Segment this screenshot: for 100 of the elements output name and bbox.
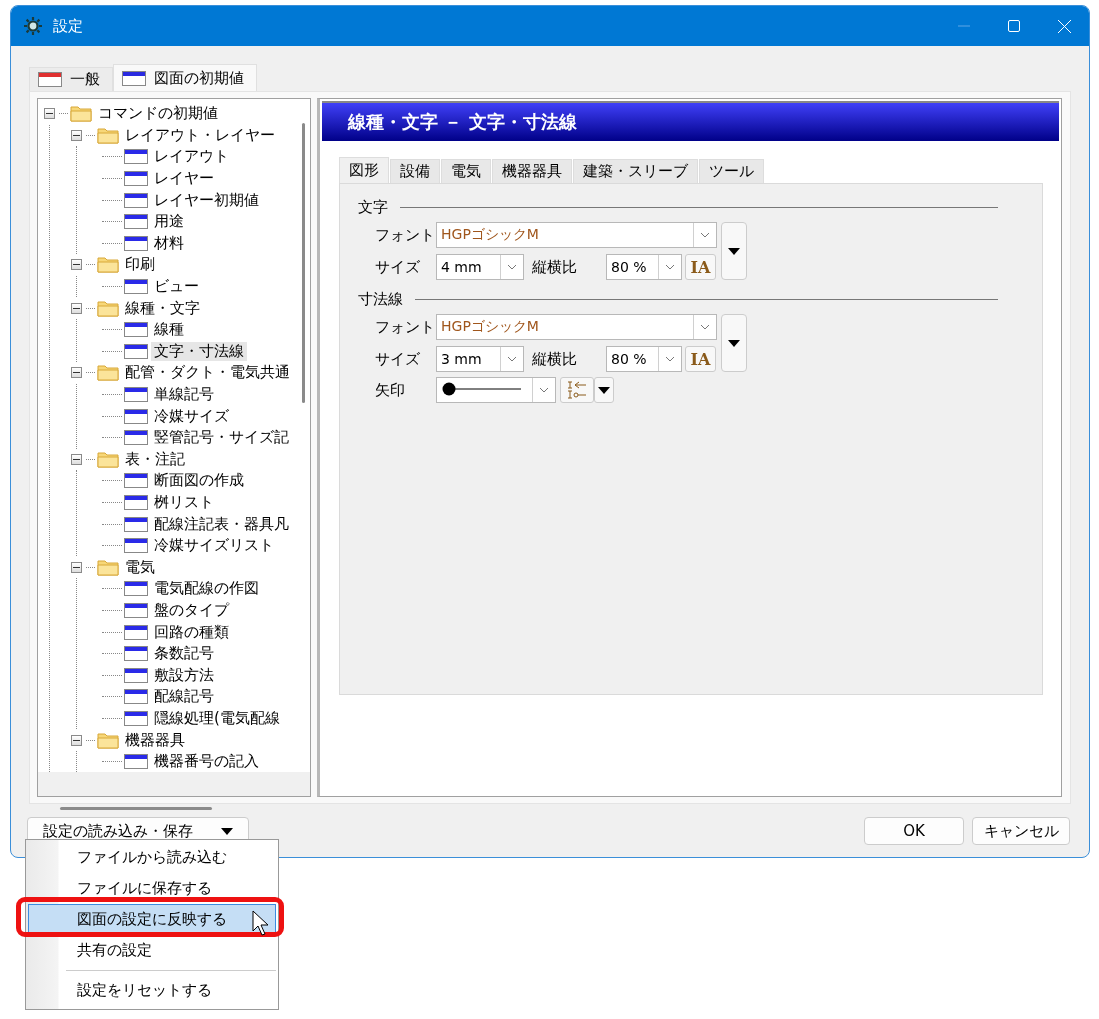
ok-button[interactable]: OK: [864, 817, 964, 846]
arrow-line-icon: [441, 381, 521, 396]
collapse-toggle[interactable]: [44, 108, 55, 120]
tree-item[interactable]: レイアウト: [151, 147, 232, 167]
page-icon: [124, 387, 148, 402]
tree-item[interactable]: 盤のタイプ: [151, 600, 232, 620]
tree-item[interactable]: 単線記号: [151, 385, 217, 404]
maximize-icon: [1008, 20, 1020, 32]
folder-icon: [97, 364, 119, 382]
tree-item[interactable]: 線種: [151, 320, 187, 340]
tree-item[interactable]: 条数記号: [151, 644, 217, 664]
tree-item[interactable]: 機器器具: [122, 730, 188, 750]
close-icon: [1057, 19, 1071, 33]
tab[interactable]: 機器器具: [492, 159, 572, 183]
window-title: 設定: [53, 16, 84, 36]
ratio-select[interactable]: 80 %: [606, 346, 682, 372]
collapse-toggle[interactable]: [71, 259, 82, 271]
caret-icon: [728, 339, 740, 347]
tab[interactable]: 一般: [29, 67, 113, 91]
field-label: フォント: [374, 225, 436, 245]
field-label: 縦横比: [531, 349, 578, 369]
tree-item[interactable]: 線種・文字: [122, 298, 203, 318]
page-icon: [124, 602, 148, 618]
page-icon: [124, 624, 148, 640]
menu-item[interactable]: 設定をリセットする: [28, 975, 276, 1006]
page-icon: [124, 171, 148, 187]
tab[interactable]: 建築・スリーブ: [573, 159, 698, 183]
dropdown-button[interactable]: [721, 314, 747, 372]
tree-item[interactable]: 桝リスト: [151, 493, 217, 512]
folder-icon: [97, 299, 119, 317]
caret-icon: [221, 827, 233, 835]
menu-item[interactable]: ファイルに保存する: [28, 873, 276, 904]
page-icon: [124, 495, 148, 510]
tree-item[interactable]: 断面図の作成: [151, 471, 247, 491]
tree-item[interactable]: 電気: [122, 557, 158, 577]
tree-item[interactable]: 印刷: [122, 255, 158, 275]
tree-item[interactable]: 敷設方法: [151, 665, 217, 685]
tree-item[interactable]: 配管・ダクト・電気共通: [122, 363, 293, 383]
collapse-toggle[interactable]: [71, 302, 82, 314]
collapse-toggle[interactable]: [71, 129, 82, 141]
chevron-down-icon: [507, 264, 517, 270]
page-icon: [124, 192, 148, 208]
cancel-button[interactable]: キャンセル: [972, 817, 1070, 846]
scrollbar-thumb[interactable]: [60, 807, 212, 811]
tab[interactable]: 図形: [339, 157, 389, 183]
page-icon: [124, 646, 148, 662]
chevron-down-icon: [539, 387, 549, 393]
tree-item[interactable]: コマンドの初期値: [95, 104, 221, 124]
arrow-style-icon: [566, 381, 588, 399]
collapse-toggle[interactable]: [71, 367, 82, 379]
collapse-toggle[interactable]: [71, 453, 82, 465]
tree-item[interactable]: 冷媒サイズリスト: [151, 536, 277, 556]
tree-item[interactable]: 配線注記表・器具凡: [151, 514, 292, 534]
dropdown-button[interactable]: [594, 377, 614, 403]
chevron-down-icon: [665, 356, 675, 362]
tree-item[interactable]: 配線記号: [151, 687, 217, 707]
tab[interactable]: 電気: [441, 159, 491, 183]
page-icon: [124, 408, 148, 424]
aspect-button[interactable]: IA: [685, 254, 716, 280]
page-icon: [124, 343, 148, 359]
tree-item[interactable]: 隠線処理(電気配線: [151, 708, 283, 728]
tree-item[interactable]: 文字・寸法線: [151, 341, 247, 361]
gear-icon: [23, 16, 43, 36]
size-select[interactable]: 3 mm: [436, 346, 524, 372]
panel-title: 線種・文字 － 文字・寸法線: [322, 101, 1059, 141]
aspect-button[interactable]: IA: [685, 346, 716, 372]
folder-icon: [97, 450, 119, 468]
collapse-toggle[interactable]: [71, 561, 82, 573]
tree-item[interactable]: レイアウト・レイヤー: [122, 125, 278, 145]
field-label: 縦横比: [531, 257, 578, 277]
tree-item[interactable]: レイヤー: [151, 169, 217, 189]
page-icon: [124, 667, 148, 683]
menu-item[interactable]: 共有の設定: [28, 935, 276, 966]
collapse-toggle[interactable]: [71, 734, 82, 746]
font-select[interactable]: HGPゴシックM: [436, 314, 717, 340]
tab[interactable]: ツール: [699, 159, 764, 183]
section-title: 文字: [358, 197, 388, 217]
page-icon: [124, 710, 148, 726]
arrow-select[interactable]: [436, 377, 556, 403]
tree-item[interactable]: 竪管記号・サイズ記: [151, 428, 292, 448]
tree-item[interactable]: レイヤー初期値: [151, 190, 262, 210]
tree-item[interactable]: 機器番号の記入: [151, 752, 262, 772]
scrollbar-thumb[interactable]: [301, 123, 305, 403]
dropdown-button[interactable]: [721, 222, 747, 280]
page-icon: [124, 279, 148, 295]
page-icon: [124, 516, 148, 532]
tree-item[interactable]: 用途: [151, 212, 187, 232]
tree-item[interactable]: 表・注記: [122, 449, 188, 469]
tree-item[interactable]: 回路の種類: [151, 622, 232, 642]
tree-item[interactable]: 材料: [151, 233, 187, 253]
tab[interactable]: 設備: [390, 159, 440, 183]
tree-item[interactable]: 電気配線の作図: [151, 579, 262, 599]
field-label: サイズ: [374, 349, 421, 369]
tree-item[interactable]: ビュー: [151, 277, 202, 297]
tab[interactable]: 図面の初期値: [113, 64, 257, 91]
font-select[interactable]: HGPゴシックM: [436, 222, 717, 248]
tree-item[interactable]: 冷媒サイズ: [151, 406, 232, 426]
size-select[interactable]: 4 mm: [436, 254, 524, 280]
ratio-select[interactable]: 80 %: [606, 254, 682, 280]
page-icon: [124, 235, 148, 251]
